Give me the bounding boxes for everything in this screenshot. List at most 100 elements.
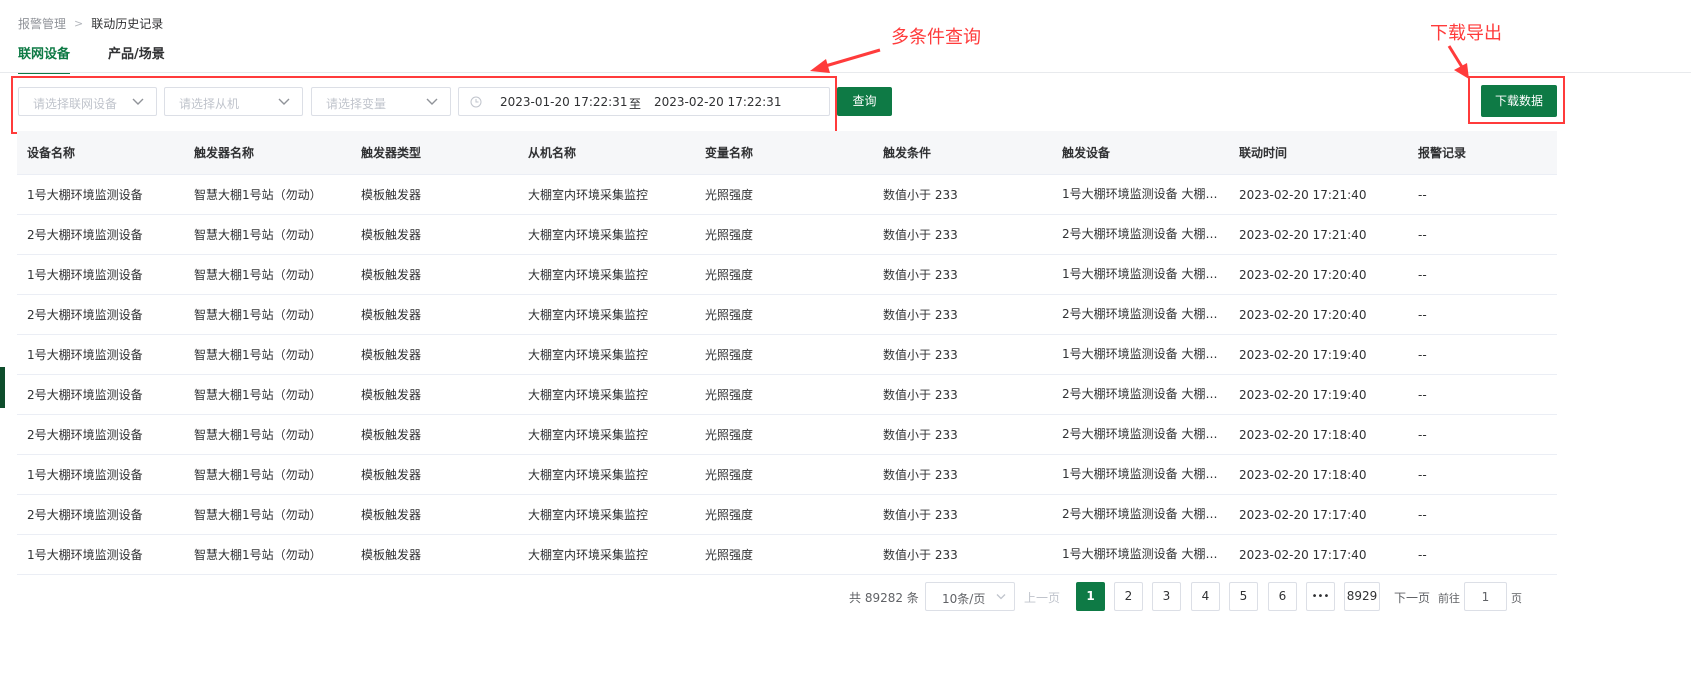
cell-trigger-type: 模板触发器 (361, 228, 422, 242)
cell-trigger-type: 模板触发器 (361, 188, 422, 202)
cell-trigger-device-text: 1号大棚环境监测设备 大棚室... (1062, 267, 1220, 281)
goto-page-input[interactable] (1464, 582, 1507, 611)
table-body: 1号大棚环境监测设备 智慧大棚1号站（勿动） 模板触发器 大棚室内环境采集监控 光照强度… (17, 175, 1557, 575)
cell-trigger-condition: 数值小于 233 (883, 428, 958, 442)
cell-trigger-name: 智慧大棚1号站（勿动） (194, 548, 322, 562)
cell-device-name: 2号大棚环境监测设备 (27, 308, 143, 322)
cell-variable-name: 光照强度 (705, 188, 754, 202)
cell-trigger-type: 模板触发器 (361, 348, 422, 362)
annotation-arrow-icon (810, 48, 881, 73)
cell-alarm-record: -- (1418, 267, 1427, 282)
cell-variable-name: 光照强度 (705, 228, 754, 242)
page-number-last[interactable]: 8929 (1344, 582, 1380, 611)
goto-label: 前往 (1438, 592, 1460, 605)
prev-page-button[interactable]: 上一页 (1024, 589, 1060, 606)
cell-trigger-name: 智慧大棚1号站（勿动） (194, 388, 322, 402)
cell-linkage-time: 2023-02-20 17:17:40 (1239, 547, 1367, 562)
tab-networked-devices[interactable]: 联网设备 (18, 44, 71, 74)
cell-device-name: 2号大棚环境监测设备 (27, 388, 143, 402)
table-row: 2号大棚环境监测设备 智慧大棚1号站（勿动） 模板触发器 大棚室内环境采集监控 光照强度… (17, 295, 1557, 335)
table-row: 1号大棚环境监测设备 智慧大棚1号站（勿动） 模板触发器 大棚室内环境采集监控 光照强度… (17, 535, 1557, 575)
cell-linkage-time: 2023-02-20 17:17:40 (1239, 507, 1367, 522)
cell-alarm-record: -- (1418, 187, 1427, 202)
cell-device-name: 1号大棚环境监测设备 (27, 348, 143, 362)
page-size-select[interactable]: 10条/页 (925, 582, 1015, 611)
side-collapse-tab[interactable] (0, 367, 5, 408)
page-number-6[interactable]: 6 (1268, 582, 1297, 611)
page-number-3[interactable]: 3 (1152, 582, 1181, 611)
cell-trigger-condition: 数值小于 233 (883, 268, 958, 282)
cell-alarm-record: -- (1418, 227, 1427, 242)
cell-trigger-name: 智慧大棚1号站（勿动） (194, 348, 322, 362)
column-header: 触发设备 (1062, 146, 1111, 160)
page-number-5[interactable]: 5 (1229, 582, 1258, 611)
cell-trigger-device-text: 1号大棚环境监测设备 大棚室... (1062, 187, 1220, 201)
page-number-2[interactable]: 2 (1114, 582, 1143, 611)
column-header: 联动时间 (1239, 146, 1288, 160)
annotation-arrow-icon (1447, 45, 1469, 79)
cell-slave-name: 大棚室内环境采集监控 (528, 508, 649, 522)
cell-trigger-device: 1号大棚环境监测设备 大棚室... (1062, 335, 1220, 374)
cell-slave-name: 大棚室内环境采集监控 (528, 228, 649, 242)
cell-slave-name: 大棚室内环境采集监控 (528, 428, 649, 442)
cell-trigger-condition: 数值小于 233 (883, 388, 958, 402)
query-button[interactable]: 查询 (837, 87, 892, 116)
cell-slave-name: 大棚室内环境采集监控 (528, 348, 649, 362)
page-size-value: 10条/页 (942, 592, 986, 606)
cell-trigger-type: 模板触发器 (361, 308, 422, 322)
cell-trigger-name: 智慧大棚1号站（勿动） (194, 468, 322, 482)
cell-device-name: 1号大棚环境监测设备 (27, 468, 143, 482)
cell-trigger-device-text: 2号大棚环境监测设备 大棚室... (1062, 427, 1220, 441)
cell-variable-name: 光照强度 (705, 388, 754, 402)
page-ellipsis-button[interactable]: ••• (1306, 582, 1335, 611)
cell-variable-name: 光照强度 (705, 468, 754, 482)
cell-alarm-record: -- (1418, 547, 1427, 562)
cell-trigger-device: 1号大棚环境监测设备 大棚室... (1062, 255, 1220, 294)
linkage-history-table: 设备名称 触发器名称 触发器类型 从机名称 变量名称 触发条件 触发设备 联动时… (17, 131, 1557, 575)
cell-linkage-time: 2023-02-20 17:21:40 (1239, 227, 1367, 242)
cell-device-name: 2号大棚环境监测设备 (27, 508, 143, 522)
cell-trigger-device: 2号大棚环境监测设备 大棚室... (1062, 495, 1220, 534)
cell-variable-name: 光照强度 (705, 348, 754, 362)
cell-alarm-record: -- (1418, 387, 1427, 402)
cell-linkage-time: 2023-02-20 17:19:40 (1239, 387, 1367, 402)
breadcrumb: 报警管理 > 联动历史记录 (18, 14, 163, 32)
cell-trigger-condition: 数值小于 233 (883, 508, 958, 522)
cell-trigger-condition: 数值小于 233 (883, 548, 958, 562)
cell-trigger-device-text: 1号大棚环境监测设备 大棚室... (1062, 467, 1220, 481)
cell-trigger-type: 模板触发器 (361, 548, 422, 562)
table-row: 1号大棚环境监测设备 智慧大棚1号站（勿动） 模板触发器 大棚室内环境采集监控 光照强度… (17, 175, 1557, 215)
breadcrumb-current: 联动历史记录 (91, 16, 164, 31)
cell-trigger-name: 智慧大棚1号站（勿动） (194, 268, 322, 282)
cell-alarm-record: -- (1418, 467, 1427, 482)
goto-unit-label: 页 (1511, 592, 1522, 605)
table-row: 2号大棚环境监测设备 智慧大棚1号站（勿动） 模板触发器 大棚室内环境采集监控 光照强度… (17, 495, 1557, 535)
cell-alarm-record: -- (1418, 427, 1427, 442)
cell-device-name: 2号大棚环境监测设备 (27, 428, 143, 442)
cell-trigger-type: 模板触发器 (361, 388, 422, 402)
breadcrumb-alarm-management[interactable]: 报警管理 (18, 15, 66, 32)
cell-trigger-device-text: 2号大棚环境监测设备 大棚室... (1062, 387, 1220, 401)
cell-trigger-device-text: 1号大棚环境监测设备 大棚室... (1062, 347, 1220, 361)
cell-slave-name: 大棚室内环境采集监控 (528, 468, 649, 482)
tab-product-scene[interactable]: 产品/场景 (108, 44, 165, 72)
page-number-1[interactable]: 1 (1076, 582, 1105, 611)
cell-trigger-name: 智慧大棚1号站（勿动） (194, 428, 322, 442)
cell-trigger-condition: 数值小于 233 (883, 308, 958, 322)
cell-trigger-device: 2号大棚环境监测设备 大棚室... (1062, 295, 1220, 334)
cell-trigger-type: 模板触发器 (361, 268, 422, 282)
next-page-button[interactable]: 下一页 (1394, 589, 1430, 606)
cell-alarm-record: -- (1418, 307, 1427, 322)
page-number-4[interactable]: 4 (1191, 582, 1220, 611)
cell-linkage-time: 2023-02-20 17:18:40 (1239, 467, 1367, 482)
table-row: 2号大棚环境监测设备 智慧大棚1号站（勿动） 模板触发器 大棚室内环境采集监控 光照强度… (17, 215, 1557, 255)
table-row: 2号大棚环境监测设备 智慧大棚1号站（勿动） 模板触发器 大棚室内环境采集监控 光照强度… (17, 375, 1557, 415)
cell-device-name: 1号大棚环境监测设备 (27, 268, 143, 282)
cell-linkage-time: 2023-02-20 17:20:40 (1239, 307, 1367, 322)
cell-linkage-time: 2023-02-20 17:19:40 (1239, 347, 1367, 362)
column-header: 变量名称 (705, 146, 754, 160)
column-header: 触发条件 (883, 146, 932, 160)
table-row: 1号大棚环境监测设备 智慧大棚1号站（勿动） 模板触发器 大棚室内环境采集监控 光照强度… (17, 255, 1557, 295)
cell-linkage-time: 2023-02-20 17:21:40 (1239, 187, 1367, 202)
cell-alarm-record: -- (1418, 347, 1427, 362)
